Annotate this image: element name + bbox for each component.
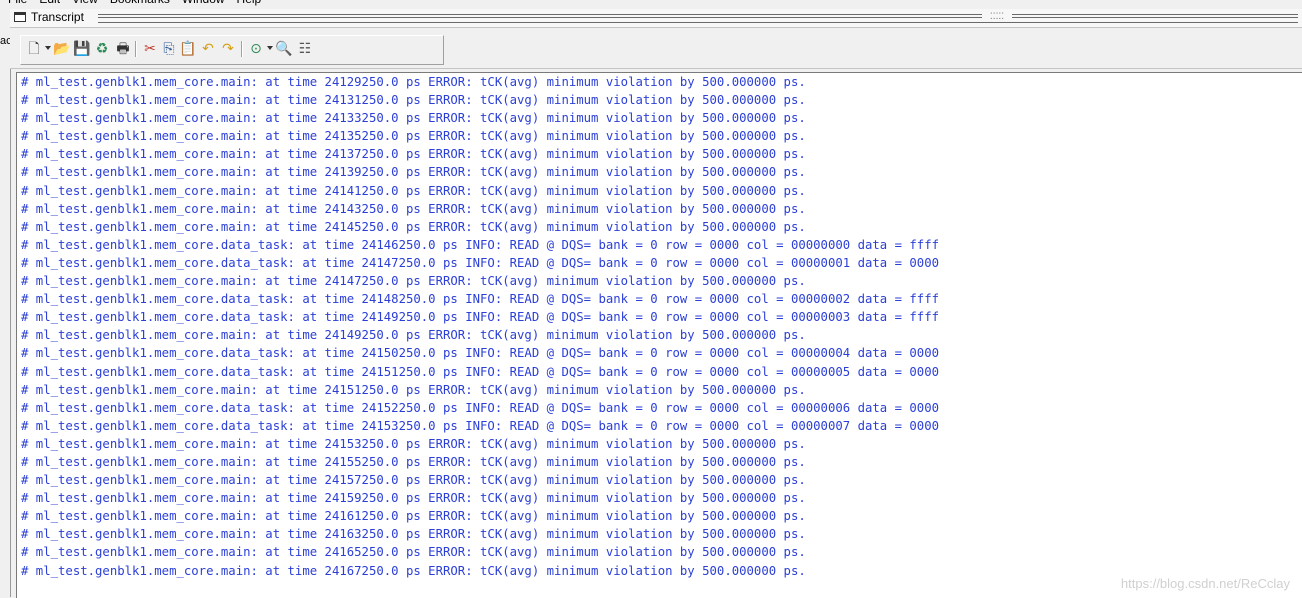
toolbar-panel: 🗋 📂 💾 ♻ 🖶 ✂ ⎘ 📋 ↶ ↷ ⊙ 🔍 ☷ [20,35,444,65]
transcript-line: # ml_test.genblk1.mem_core.main: at time… [21,382,806,397]
transcript-line: # ml_test.genblk1.mem_core.main: at time… [21,219,806,234]
transcript-line: # ml_test.genblk1.mem_core.main: at time… [21,274,806,289]
transcript-line: # ml_test.genblk1.mem_core.main: at time… [21,183,806,198]
menu-item-view[interactable]: View [72,0,98,6]
copy-icon[interactable]: ⎘ [160,40,178,58]
transcript-line: # ml_test.genblk1.mem_core.data_task: at… [21,310,940,325]
menu-item-window[interactable]: Window [182,0,225,6]
undo-icon[interactable]: ↶ [199,40,217,58]
transcript-line: # ml_test.genblk1.mem_core.main: at time… [21,454,806,469]
window-title: Transcript [31,10,88,24]
transcript-line: # ml_test.genblk1.mem_core.main: at time… [21,563,806,578]
new-file-icon[interactable]: 🗋 [25,40,43,58]
transcript-titlebar[interactable]: Transcript ⁚⁚⁚⁚⁚ [10,9,1302,28]
cut-icon[interactable]: ✂ [141,40,159,58]
transcript-line: # ml_test.genblk1.mem_core.data_task: at… [21,237,940,252]
titlebar-rule [98,14,1298,23]
transcript-line: # ml_test.genblk1.mem_core.main: at time… [21,111,806,126]
transcript-line: # ml_test.genblk1.mem_core.main: at time… [21,491,806,506]
transcript-line: # ml_test.genblk1.mem_core.data_task: at… [21,292,940,307]
transcript-line: # ml_test.genblk1.mem_core.main: at time… [21,473,806,488]
transcript-line: # ml_test.genblk1.mem_core.data_task: at… [21,400,940,415]
menu-item-bookmarks[interactable]: Bookmarks [110,0,170,6]
paste-icon[interactable]: 📋 [179,40,197,58]
transcript-line: # ml_test.genblk1.mem_core.main: at time… [21,527,806,542]
transcript-line: # ml_test.genblk1.mem_core.data_task: at… [21,364,940,379]
transcript-line: # ml_test.genblk1.mem_core.data_task: at… [21,346,940,361]
find-icon[interactable]: 🔍 [275,40,293,58]
transcript-line: # ml_test.genblk1.mem_core.main: at time… [21,201,806,216]
menu-item-file[interactable]: File [8,0,27,6]
menu-items: File Edit View Bookmarks Window Help [8,0,261,6]
reload-icon[interactable]: ♻ [93,40,111,58]
print-icon[interactable]: 🖶 [114,40,132,58]
transcript-console[interactable]: # ml_test.genblk1.mem_core.main: at time… [16,72,1302,598]
dropdown-arrow-icon[interactable] [45,46,51,50]
window-icon [14,12,26,22]
toolbar: 🗋 📂 💾 ♻ 🖶 ✂ ⎘ 📋 ↶ ↷ ⊙ 🔍 ☷ [10,28,1302,69]
redo-icon[interactable]: ↷ [219,40,237,58]
compile-icon[interactable]: ⊙ [247,40,265,58]
transcript-line: # ml_test.genblk1.mem_core.main: at time… [21,165,806,180]
transcript-line: # ml_test.genblk1.mem_core.main: at time… [21,436,806,451]
open-folder-icon[interactable]: 📂 [53,40,71,58]
toolbar-separator [241,41,243,57]
left-panel-edge: ac [0,9,12,597]
save-icon[interactable]: 💾 [73,40,91,58]
watermark: https://blog.csdn.net/ReCclay [1120,576,1290,591]
format-icon[interactable]: ☷ [296,40,314,58]
transcript-line: # ml_test.genblk1.mem_core.main: at time… [21,509,806,524]
toolbar-separator [135,41,137,57]
transcript-line: # ml_test.genblk1.mem_core.main: at time… [21,545,806,560]
menu-item-help[interactable]: Help [237,0,262,6]
menu-bar: File Edit View Bookmarks Window Help [0,0,1302,9]
transcript-line: # ml_test.genblk1.mem_core.main: at time… [21,93,806,108]
transcript-line: # ml_test.genblk1.mem_core.main: at time… [21,75,806,89]
transcript-line: # ml_test.genblk1.mem_core.main: at time… [21,328,806,343]
dropdown-arrow-icon[interactable] [267,46,273,50]
menu-item-edit[interactable]: Edit [39,0,60,6]
transcript-line: # ml_test.genblk1.mem_core.data_task: at… [21,418,940,433]
transcript-line: # ml_test.genblk1.mem_core.data_task: at… [21,255,940,270]
transcript-line: # ml_test.genblk1.mem_core.main: at time… [21,129,806,144]
transcript-line: # ml_test.genblk1.mem_core.main: at time… [21,147,806,162]
titlebar-grip-icon[interactable]: ⁚⁚⁚⁚⁚ [982,12,1012,22]
